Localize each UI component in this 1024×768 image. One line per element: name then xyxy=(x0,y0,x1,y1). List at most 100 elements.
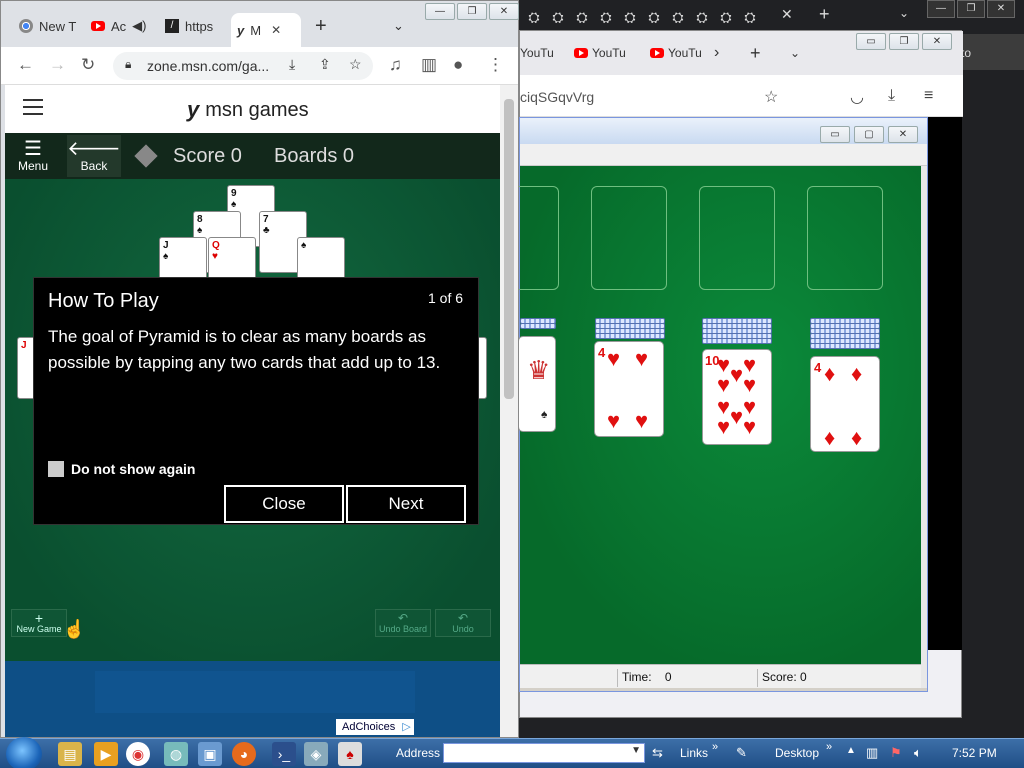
tab-scroll-right-icon[interactable]: › xyxy=(714,41,719,65)
desktop-toolbar[interactable]: Desktop xyxy=(775,746,819,760)
playing-card[interactable]: 10 ♥ ♥ ♥ ♥ ♥ ♥ ♥ ♥ ♥ ♥ xyxy=(702,349,772,445)
new-tab-button[interactable]: + xyxy=(819,4,830,25)
incognito-tab-icon[interactable]: ⛭ xyxy=(741,8,759,26)
incognito-tab-icon[interactable]: ⛭ xyxy=(573,8,591,26)
back-button[interactable]: 🡐 Back xyxy=(67,135,121,177)
playing-card[interactable]: 4 ♥ ♥ ♥ ♥ xyxy=(594,341,664,437)
close-button[interactable]: ✕ xyxy=(888,126,918,143)
links-toolbar[interactable]: Links xyxy=(680,746,708,760)
chrome-tab[interactable]: / https xyxy=(159,11,231,41)
foundation-slot[interactable] xyxy=(699,186,775,290)
hamburger-menu-icon[interactable] xyxy=(23,99,43,115)
speaker-icon[interactable]: ◀) xyxy=(132,18,146,34)
bookmark-star-icon[interactable]: ☆ xyxy=(764,87,778,107)
incognito-tab-icon[interactable]: ⛭ xyxy=(717,8,735,26)
undo-board-button[interactable]: ↶ Undo Board xyxy=(375,609,431,637)
chevron-icon[interactable]: » xyxy=(712,741,718,753)
do-not-show-checkbox[interactable] xyxy=(48,461,64,477)
chevron-icon[interactable]: » xyxy=(826,741,832,753)
firefox-tab[interactable]: YouTu xyxy=(574,41,626,65)
security-alert-icon[interactable]: ⚑ xyxy=(890,745,902,761)
reload-icon[interactable]: ↻ xyxy=(81,55,95,75)
install-icon[interactable]: ⤓ xyxy=(289,56,295,73)
network-tray-icon[interactable]: ▥ xyxy=(866,745,878,761)
chrome-tab-active[interactable]: y M ✕ xyxy=(231,13,301,47)
powershell-icon[interactable]: ›_ xyxy=(272,742,296,766)
next-button[interactable]: Next xyxy=(346,485,466,523)
incognito-tab-icon[interactable]: ⛭ xyxy=(549,8,567,26)
url-field[interactable]: ciqSGqvVrg xyxy=(520,89,594,105)
notepad-icon[interactable]: ✎ xyxy=(736,745,747,761)
share-icon[interactable]: ⇪ xyxy=(319,56,331,73)
media-control-icon[interactable]: ♫ xyxy=(389,55,402,75)
minimize-button[interactable]: — xyxy=(927,0,955,18)
close-button[interactable]: Close xyxy=(224,485,344,523)
profile-avatar-icon[interactable]: ● xyxy=(453,55,463,75)
chrome-icon[interactable]: ◉ xyxy=(126,742,150,766)
playing-card-queen[interactable]: ♛ ♠ xyxy=(518,336,556,432)
firefox-tab[interactable]: YouTu xyxy=(520,41,554,65)
forward-arrow-icon[interactable]: → xyxy=(49,55,66,75)
close-button[interactable]: ✕ xyxy=(922,33,952,50)
more-menu-icon[interactable]: ⋮ xyxy=(487,55,504,75)
adchoices-link[interactable]: AdChoices ▷ xyxy=(336,719,414,735)
new-tab-button[interactable]: + xyxy=(750,41,761,65)
solitaire-icon[interactable]: ♠ xyxy=(338,742,362,766)
tab-search-chevron-icon[interactable]: ⌄ xyxy=(899,6,909,20)
chrome-tab[interactable]: New T xyxy=(13,11,85,41)
solitaire-table[interactable]: ♛ ♠ 4 ♥ ♥ ♥ ♥ 10 ♥ ♥ ♥ ♥ ♥ ♥ ♥ ♥ ♥ ♥ 4 ♦… xyxy=(517,166,921,664)
side-panel-icon[interactable]: ▥ xyxy=(421,55,437,75)
incognito-tab-icon[interactable]: ⛭ xyxy=(693,8,711,26)
foundation-slot[interactable] xyxy=(591,186,667,290)
volume-icon[interactable]: 🔈︎ xyxy=(914,745,922,761)
close-button[interactable]: ✕ xyxy=(987,0,1015,18)
chrome-tab[interactable]: Ac ◀) xyxy=(85,11,157,41)
close-tab-icon[interactable]: ✕ xyxy=(781,6,793,23)
close-tab-icon[interactable]: ✕ xyxy=(271,23,281,37)
app-icon[interactable]: ◈ xyxy=(304,742,328,766)
minimize-button[interactable]: ▭ xyxy=(856,33,886,50)
page-scrollbar[interactable] xyxy=(500,85,518,737)
incognito-tab-icon[interactable]: ⛭ xyxy=(621,8,639,26)
ad-content[interactable] xyxy=(95,671,415,713)
ad-banner[interactable]: AdChoices ▷ xyxy=(5,661,500,737)
start-button[interactable] xyxy=(6,737,42,768)
minimize-button[interactable]: — xyxy=(425,3,455,20)
restore-button[interactable]: ❐ xyxy=(957,0,985,18)
go-icon[interactable]: ⇆ xyxy=(652,745,663,761)
close-button[interactable]: ✕ xyxy=(489,3,519,20)
list-tabs-chevron-icon[interactable]: ⌄ xyxy=(790,41,800,65)
new-game-button[interactable]: + New Game xyxy=(11,609,67,637)
clock[interactable]: 7:52 PM xyxy=(952,746,997,760)
minimize-button[interactable]: ▭ xyxy=(820,126,850,143)
menu-button[interactable]: ☰ Menu xyxy=(13,135,53,177)
download-icon[interactable]: ⤓ xyxy=(888,87,895,105)
dropdown-arrow-icon[interactable]: ▼ xyxy=(631,745,641,756)
incognito-tab-icon[interactable]: ⛭ xyxy=(669,8,687,26)
firefox-icon[interactable]: ◕ xyxy=(232,742,256,766)
restore-button[interactable]: ❐ xyxy=(889,33,919,50)
scrollbar-thumb[interactable] xyxy=(504,99,514,399)
solitaire-scrollbar[interactable] xyxy=(921,166,927,688)
address-input[interactable]: ▼ xyxy=(443,743,645,763)
undo-button[interactable]: ↶ Undo xyxy=(435,609,491,637)
foundation-slot[interactable] xyxy=(807,186,883,290)
playing-card[interactable]: 4 ♦ ♦ ♦ ♦ xyxy=(810,356,880,452)
new-tab-button[interactable]: + xyxy=(309,11,327,41)
network-icon[interactable]: ▣ xyxy=(198,742,222,766)
bookmark-star-icon[interactable]: ☆ xyxy=(349,56,362,73)
omnibox[interactable]: 🔒︎ zone.msn.com/ga... ⤓ ⇪ ☆ xyxy=(113,52,373,80)
maximize-button[interactable]: ▢ xyxy=(854,126,884,143)
explorer-icon[interactable]: ▤ xyxy=(58,742,82,766)
media-player-icon[interactable]: ▶ xyxy=(94,742,118,766)
incognito-tab-icon[interactable]: ⛭ xyxy=(645,8,663,26)
show-hidden-icons[interactable]: ▲ xyxy=(846,745,856,756)
restore-button[interactable]: ❐ xyxy=(457,3,487,20)
foundation-slot[interactable] xyxy=(517,186,559,290)
firefox-tab[interactable]: YouTu xyxy=(650,41,702,65)
menu-icon[interactable]: ≡ xyxy=(924,87,933,105)
incognito-tab-icon[interactable]: ⛭ xyxy=(597,8,615,26)
tab-search-chevron-icon[interactable]: ⌄ xyxy=(387,11,404,41)
back-arrow-icon[interactable]: ← xyxy=(17,55,34,75)
messenger-icon[interactable]: ◍ xyxy=(164,742,188,766)
